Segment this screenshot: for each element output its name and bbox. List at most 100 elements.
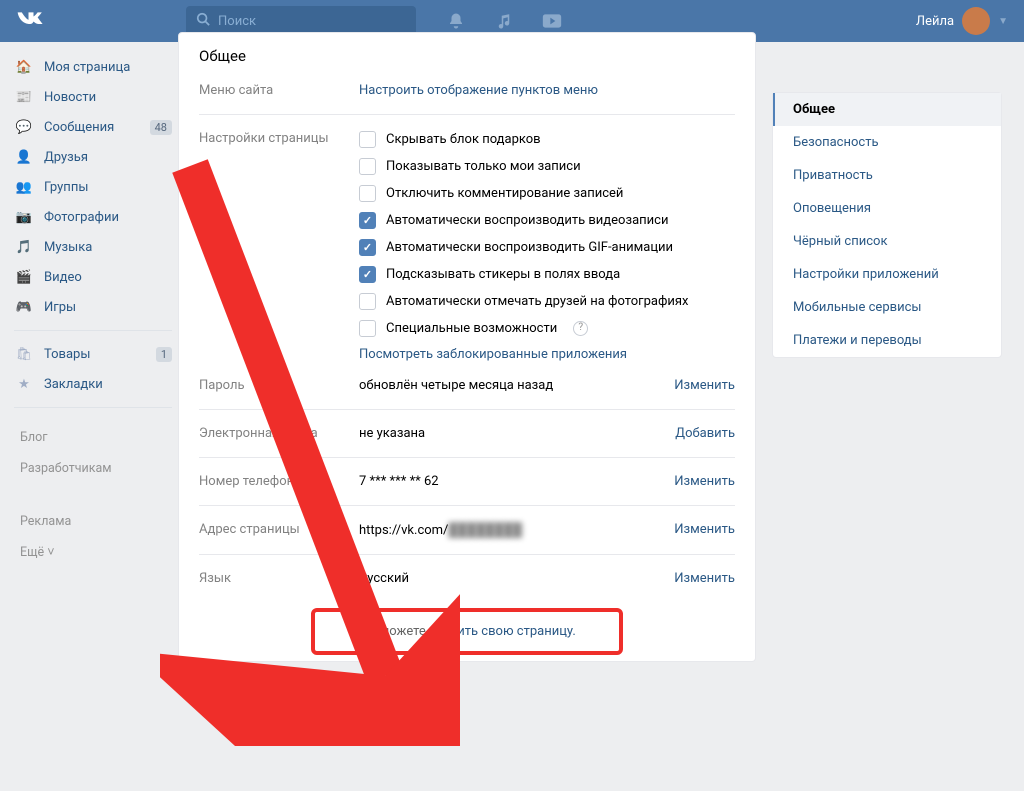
row-value: не указана bbox=[359, 426, 675, 441]
top-icons bbox=[446, 11, 562, 31]
friends-icon: 👤 bbox=[14, 147, 34, 167]
nav-market[interactable]: 🛍Товары1 bbox=[8, 339, 178, 369]
row-value: обновлён четыре месяца назад bbox=[359, 378, 674, 393]
tab-blacklist[interactable]: Чёрный список bbox=[773, 225, 1001, 258]
settings-row: Электронная почтане указанаДобавить bbox=[199, 409, 735, 457]
checkbox-label: Скрывать блок подарков bbox=[386, 132, 541, 147]
blocked-apps-link[interactable]: Посмотреть заблокированные приложения bbox=[359, 347, 735, 362]
nav-friends[interactable]: 👤Друзья bbox=[8, 142, 178, 172]
delete-prefix: Вы можете bbox=[358, 624, 429, 639]
checkbox-row[interactable]: Скрывать блок подарков bbox=[359, 131, 735, 148]
row-label: Номер телефона bbox=[199, 474, 359, 489]
news-icon: 📰 bbox=[14, 87, 34, 107]
checkbox[interactable] bbox=[359, 131, 376, 148]
user-menu[interactable]: Лейла ▼ bbox=[916, 7, 1008, 35]
checkbox[interactable]: ✓ bbox=[359, 212, 376, 229]
delete-page-link[interactable]: удалить свою страницу. bbox=[429, 624, 576, 639]
settings-panel: Общее Меню сайта Настроить отображение п… bbox=[178, 32, 756, 662]
row-value: Русский bbox=[359, 571, 674, 586]
menu-label: Меню сайта bbox=[199, 83, 359, 98]
nav-games[interactable]: 🎮Игры bbox=[8, 292, 178, 322]
tab-app-settings[interactable]: Настройки приложений bbox=[773, 258, 1001, 291]
market-badge: 1 bbox=[156, 347, 172, 362]
username: Лейла bbox=[916, 14, 954, 29]
nav-video[interactable]: 🎬Видео bbox=[8, 262, 178, 292]
home-icon: 🏠 bbox=[14, 57, 34, 77]
checkbox-row[interactable]: Автоматически отмечать друзей на фотогра… bbox=[359, 293, 735, 310]
settings-row: ЯзыкРусскийИзменить bbox=[199, 554, 735, 602]
search-placeholder: Поиск bbox=[218, 14, 256, 29]
music-icon[interactable] bbox=[494, 11, 514, 31]
checkbox-row[interactable]: ✓ Подсказывать стикеры в полях ввода bbox=[359, 266, 735, 283]
checkbox[interactable] bbox=[359, 293, 376, 310]
notifications-icon[interactable] bbox=[446, 11, 466, 31]
tab-security[interactable]: Безопасность bbox=[773, 126, 1001, 159]
settings-row: Номер телефона7 *** *** ** 62Изменить bbox=[199, 457, 735, 505]
footer-more[interactable]: Ещё ˅ bbox=[14, 537, 162, 568]
games-icon: 🎮 bbox=[14, 297, 34, 317]
tab-general[interactable]: Общее bbox=[773, 93, 1001, 126]
avatar bbox=[962, 7, 990, 35]
tab-mobile[interactable]: Мобильные сервисы bbox=[773, 291, 1001, 324]
checkbox-label: Показывать только мои записи bbox=[386, 159, 581, 174]
messages-icon: 💬 bbox=[14, 117, 34, 137]
footer-blog[interactable]: Блог bbox=[14, 422, 162, 453]
delete-page-section: Вы можете удалить свою страницу. bbox=[199, 602, 735, 661]
checkbox[interactable] bbox=[359, 320, 376, 337]
checkbox[interactable]: ✓ bbox=[359, 239, 376, 256]
nav-my-page[interactable]: 🏠Моя страница bbox=[8, 52, 178, 82]
row-action-link[interactable]: Добавить bbox=[675, 426, 735, 441]
checkbox[interactable] bbox=[359, 158, 376, 175]
row-value: https://vk.com/████████ bbox=[359, 522, 674, 538]
nav-messages[interactable]: 💬Сообщения48 bbox=[8, 112, 178, 142]
checkbox-label: Подсказывать стикеры в полях ввода bbox=[386, 267, 620, 282]
settings-row: Парольобновлён четыре месяца назадИзмени… bbox=[199, 378, 735, 409]
checkbox-row[interactable]: Отключить комментирование записей bbox=[359, 185, 735, 202]
bookmark-icon: ★ bbox=[14, 374, 34, 394]
nav-music[interactable]: 🎵Музыка bbox=[8, 232, 178, 262]
page-settings-label: Настройки страницы bbox=[199, 131, 359, 362]
music-nav-icon: 🎵 bbox=[14, 237, 34, 257]
row-action-link[interactable]: Изменить bbox=[674, 571, 735, 586]
footer-links: БлогРазработчикам РекламаЕщё ˅ bbox=[8, 416, 178, 574]
row-action-link[interactable]: Изменить bbox=[674, 522, 735, 538]
video-play-icon[interactable] bbox=[542, 11, 562, 31]
checkbox-label: Автоматически воспроизводить GIF-анимаци… bbox=[386, 240, 673, 255]
nav-news[interactable]: 📰Новости bbox=[8, 82, 178, 112]
tab-payments[interactable]: Платежи и переводы bbox=[773, 324, 1001, 357]
checkbox-row[interactable]: ✓ Автоматически воспроизводить видеозапис… bbox=[359, 212, 735, 229]
checkbox-label: Автоматически воспроизводить видеозаписи bbox=[386, 213, 668, 228]
configure-menu-link[interactable]: Настроить отображение пунктов меню bbox=[359, 83, 598, 98]
footer-ads[interactable]: Реклама bbox=[14, 506, 162, 537]
messages-badge: 48 bbox=[150, 120, 172, 135]
nav-groups[interactable]: 👥Группы bbox=[8, 172, 178, 202]
logo[interactable] bbox=[16, 9, 186, 33]
chevron-down-icon: ▼ bbox=[998, 16, 1008, 27]
groups-icon: 👥 bbox=[14, 177, 34, 197]
row-action-link[interactable]: Изменить bbox=[674, 378, 735, 393]
tab-privacy[interactable]: Приватность bbox=[773, 159, 1001, 192]
checkbox-label: Отключить комментирование записей bbox=[386, 186, 623, 201]
checkbox-row[interactable]: Показывать только мои записи bbox=[359, 158, 735, 175]
video-icon: 🎬 bbox=[14, 267, 34, 287]
help-icon[interactable]: ? bbox=[573, 321, 588, 336]
row-label: Электронная почта bbox=[199, 426, 359, 441]
tab-notifications[interactable]: Оповещения bbox=[773, 192, 1001, 225]
search-icon bbox=[196, 12, 210, 30]
left-nav: 🏠Моя страница 📰Новости 💬Сообщения48 👤Дру… bbox=[8, 42, 178, 662]
row-action-link[interactable]: Изменить bbox=[674, 474, 735, 489]
nav-photos[interactable]: 📷Фотографии bbox=[8, 202, 178, 232]
checkbox[interactable] bbox=[359, 185, 376, 202]
footer-dev[interactable]: Разработчикам bbox=[14, 453, 162, 484]
checkbox-label: Автоматически отмечать друзей на фотогра… bbox=[386, 294, 688, 309]
row-value: 7 *** *** ** 62 bbox=[359, 474, 674, 489]
checkbox[interactable]: ✓ bbox=[359, 266, 376, 283]
nav-bookmarks[interactable]: ★Закладки bbox=[8, 369, 178, 399]
row-label: Пароль bbox=[199, 378, 359, 393]
checkbox-label: Специальные возможности bbox=[386, 321, 557, 336]
page-title: Общее bbox=[199, 33, 735, 83]
checkbox-row[interactable]: ✓ Автоматически воспроизводить GIF-анимац… bbox=[359, 239, 735, 256]
row-label: Адрес страницы bbox=[199, 522, 359, 538]
photos-icon: 📷 bbox=[14, 207, 34, 227]
checkbox-row[interactable]: Специальные возможности? bbox=[359, 320, 735, 337]
